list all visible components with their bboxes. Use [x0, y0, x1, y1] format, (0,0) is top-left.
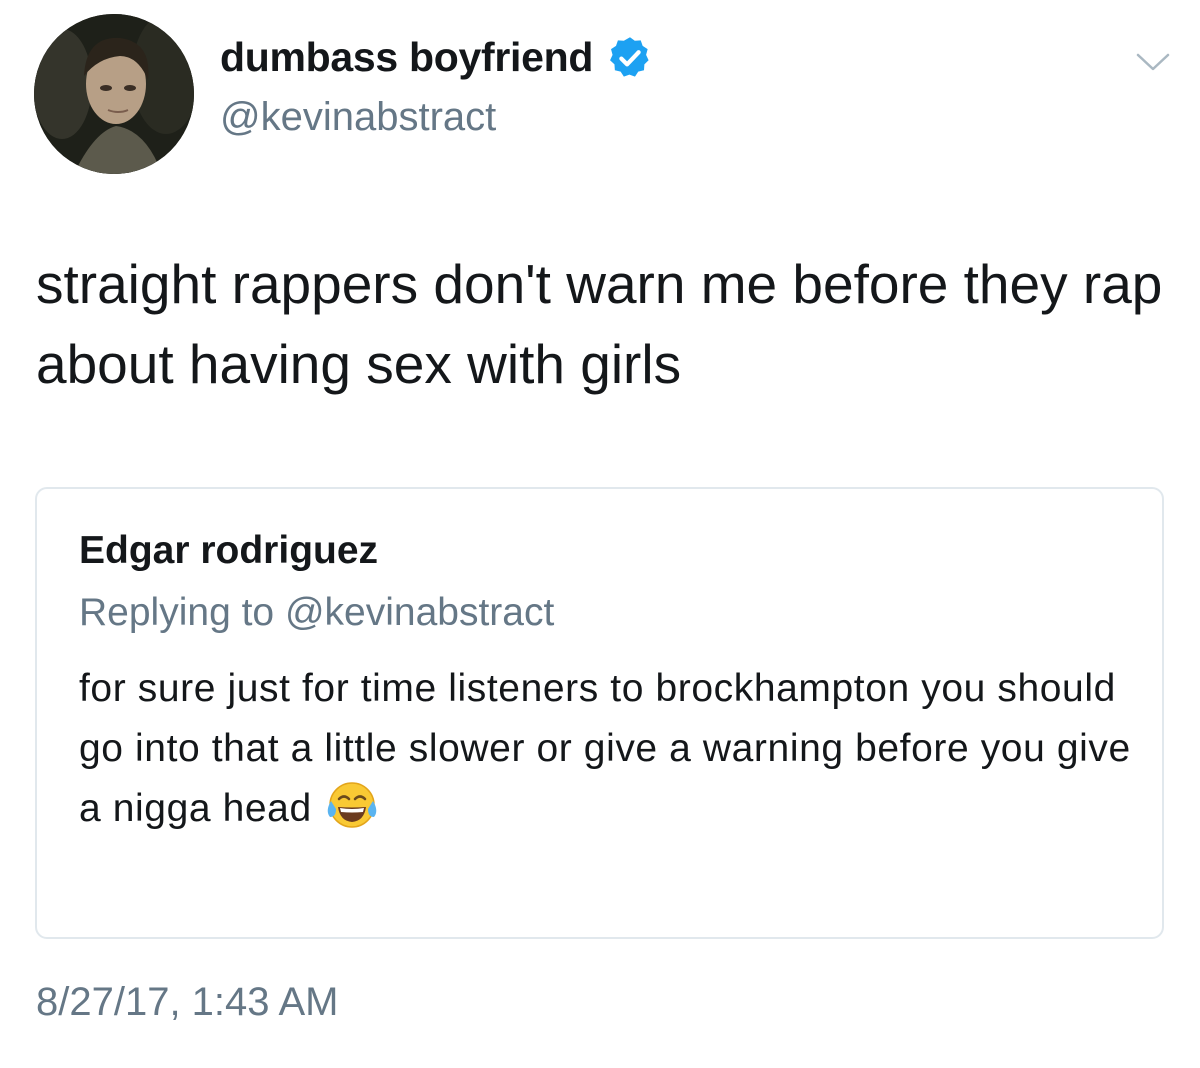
- quoted-replying-to: Replying to @kevinabstract: [79, 591, 555, 634]
- verified-badge-icon: [607, 35, 653, 81]
- tweet-author-name[interactable]: dumbass boyfriend: [220, 34, 653, 81]
- quoted-author-name: Edgar rodriguez: [79, 529, 379, 572]
- face-with-tears-of-joy-icon: [324, 777, 380, 833]
- avatar[interactable]: [34, 14, 194, 174]
- quoted-tweet-card[interactable]: Edgar rodriguez Replying to @kevinabstra…: [35, 487, 1164, 939]
- tweet-timestamp[interactable]: 8/27/17, 1:43 AM: [36, 980, 338, 1025]
- tweet-text: straight rappers don't warn me before th…: [36, 253, 1163, 395]
- avatar-photo: [34, 14, 194, 174]
- author-name-text: dumbass boyfriend: [220, 34, 594, 80]
- quoted-tweet-text-container: for sure just for time listeners to broc…: [79, 659, 1139, 839]
- chevron-down-icon[interactable]: [1136, 52, 1170, 72]
- quoted-tweet-text: for sure just for time listeners to broc…: [79, 667, 1131, 830]
- tweet-author-handle[interactable]: @kevinabstract: [220, 95, 496, 140]
